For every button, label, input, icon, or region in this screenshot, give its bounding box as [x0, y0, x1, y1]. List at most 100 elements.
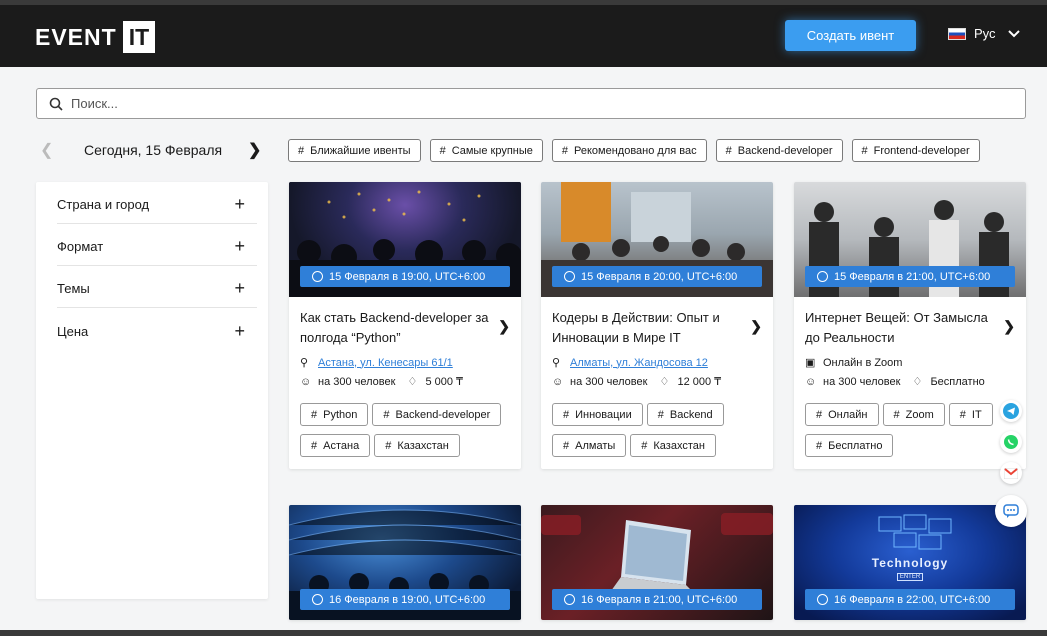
telegram-icon[interactable]	[1000, 400, 1022, 422]
tag-label: Бесплатно	[828, 439, 883, 452]
search-icon	[49, 97, 63, 111]
tag-label: Backend-developer	[395, 408, 491, 421]
event-card[interactable]: 15 Февраля в 20:00, UTC+6:00 Кодеры в Де…	[541, 182, 773, 469]
window-bottom-bar	[0, 630, 1047, 636]
tag-free[interactable]: # Бесплатно	[805, 434, 894, 457]
clock-icon	[312, 594, 323, 605]
next-date-icon[interactable]: ❯	[248, 140, 261, 160]
search-input[interactable]	[71, 96, 971, 111]
hash-icon: #	[563, 439, 570, 452]
tag-innovations[interactable]: # Инновации	[552, 403, 643, 426]
filter-country-city[interactable]: Страна и город +	[57, 182, 257, 224]
chip-largest[interactable]: # Самые крупные	[429, 139, 543, 162]
tag-kazakhstan[interactable]: # Казахстан	[630, 434, 716, 457]
tag-label: Backend	[669, 408, 713, 421]
event-image-meetup: 15 Февраля в 20:00, UTC+6:00	[541, 182, 773, 297]
main-content: ❮ Сегодня, 15 Февраля ❯ # Ближайшие ивент…	[0, 67, 1047, 630]
tag-python[interactable]: # Python	[300, 403, 369, 426]
chip-label: Frontend-developer	[873, 144, 970, 157]
person-icon: ☺	[300, 375, 312, 388]
event-location-link[interactable]: Астана, ул. Кенесары 61/1	[318, 357, 453, 369]
event-card[interactable]: 16 Февраля в 21:00, UTC+6:00	[541, 505, 773, 620]
event-card[interactable]: Technology ENTER 16 Февраля в 22:00, UTC…	[794, 505, 1026, 620]
person-icon: ☺	[552, 375, 564, 388]
chip-nearest[interactable]: # Ближайшие ивенты	[288, 139, 421, 162]
filter-price[interactable]: Цена +	[57, 308, 257, 350]
event-title[interactable]: Кодеры в Действии: Опыт и Инновации в Ми…	[552, 308, 742, 348]
tag-online[interactable]: # Онлайн	[805, 403, 879, 426]
hash-icon: #	[563, 408, 570, 421]
filter-label: Темы	[57, 281, 90, 296]
whatsapp-icon[interactable]	[1000, 431, 1022, 453]
filter-label: Формат	[57, 239, 104, 254]
create-event-button[interactable]: Создать ивент	[785, 20, 916, 51]
language-selector[interactable]: Рус	[948, 26, 1020, 41]
filter-format[interactable]: Формат +	[57, 224, 257, 266]
tag-label: Онлайн	[828, 408, 868, 421]
search-bar[interactable]	[36, 88, 1026, 119]
clock-icon	[312, 271, 323, 282]
chevron-right-icon[interactable]: ❯	[498, 318, 510, 335]
hash-icon: #	[311, 439, 318, 452]
event-image-concert: 15 Февраля в 19:00, UTC+6:00	[289, 182, 521, 297]
tag-zoom[interactable]: # Zoom	[882, 403, 945, 426]
logo-badge: IT	[122, 21, 156, 53]
hash-icon: #	[816, 408, 823, 421]
price-tag-icon: ♢	[659, 376, 670, 388]
technology-image-text: Technology	[871, 556, 949, 570]
event-card[interactable]: 15 Февраля в 21:00, UTC+6:00 Интернет Ве…	[794, 182, 1026, 469]
chevron-right-icon[interactable]: ❯	[750, 318, 762, 335]
hash-icon: #	[311, 408, 318, 421]
current-date-label: Сегодня, 15 Февраля	[84, 142, 223, 158]
event-title[interactable]: Как стать Backend-developer за полгода “…	[300, 308, 490, 348]
event-title[interactable]: Интернет Вещей: От Замысла до Реальности	[805, 308, 995, 348]
event-attendees: на 300 человек	[318, 375, 396, 388]
chip-label: Рекомендовано для вас	[574, 144, 697, 157]
event-date: 16 Февраля в 19:00, UTC+6:00	[329, 593, 486, 606]
tag-backend[interactable]: # Backend	[646, 403, 724, 426]
event-date-badge: 16 Февраля в 21:00, UTC+6:00	[552, 589, 762, 610]
hash-icon: #	[861, 144, 868, 157]
prev-date-icon[interactable]: ❮	[40, 140, 60, 160]
tag-astana[interactable]: # Астана	[300, 434, 371, 457]
filter-topics[interactable]: Темы +	[57, 266, 257, 308]
chip-recommended[interactable]: # Рекомендовано для вас	[551, 139, 707, 162]
chip-label: Самые крупные	[451, 144, 533, 157]
tag-label: Инновации	[575, 408, 632, 421]
hash-icon: #	[657, 408, 664, 421]
tag-almaty[interactable]: # Алматы	[552, 434, 627, 457]
logo[interactable]: EVENT IT	[35, 21, 156, 53]
plus-icon: +	[234, 278, 245, 298]
event-date: 16 Февраля в 22:00, UTC+6:00	[834, 593, 991, 606]
tag-kazakhstan[interactable]: # Казахстан	[374, 434, 460, 457]
tag-label: Казахстан	[397, 439, 449, 452]
chip-label: Backend-developer	[737, 144, 833, 157]
chip-backend[interactable]: # Backend-developer	[715, 139, 843, 162]
event-date-badge: 15 Февраля в 21:00, UTC+6:00	[805, 266, 1015, 287]
chevron-right-icon[interactable]: ❯	[1003, 318, 1015, 335]
chip-frontend[interactable]: # Frontend-developer	[851, 139, 980, 162]
event-date: 16 Февраля в 21:00, UTC+6:00	[581, 593, 738, 606]
gmail-icon[interactable]	[1000, 462, 1022, 484]
hash-icon: #	[959, 408, 966, 421]
price-tag-icon: ♢	[912, 376, 923, 388]
event-date: 15 Февраля в 19:00, UTC+6:00	[329, 270, 486, 283]
tag-backend-developer[interactable]: # Backend-developer	[372, 403, 502, 426]
quick-filter-chips: # Ближайшие ивенты # Самые крупные # Рекоме…	[288, 139, 980, 162]
tag-label: Алматы	[575, 439, 616, 452]
hash-icon: #	[561, 144, 569, 157]
tag-it[interactable]: # IT	[948, 403, 993, 426]
location-pin-icon: ⚲	[552, 357, 561, 369]
tag-label: Казахстан	[653, 439, 705, 452]
event-card[interactable]: 16 Февраля в 19:00, UTC+6:00	[289, 505, 521, 620]
event-location-link[interactable]: Алматы, ул. Жандосова 12	[570, 357, 708, 369]
hash-icon: #	[298, 144, 305, 157]
filter-label: Цена	[57, 323, 89, 339]
event-card[interactable]: 15 Февраля в 19:00, UTC+6:00 Как стать B…	[289, 182, 521, 469]
location-pin-icon: ⚲	[300, 357, 309, 369]
chat-icon[interactable]	[995, 495, 1027, 527]
event-price: 5 000 ₸	[425, 376, 464, 388]
plus-icon: +	[234, 320, 245, 341]
event-image-conference-hall: 16 Февраля в 19:00, UTC+6:00	[289, 505, 521, 620]
chip-label: Ближайшие ивенты	[310, 144, 411, 157]
